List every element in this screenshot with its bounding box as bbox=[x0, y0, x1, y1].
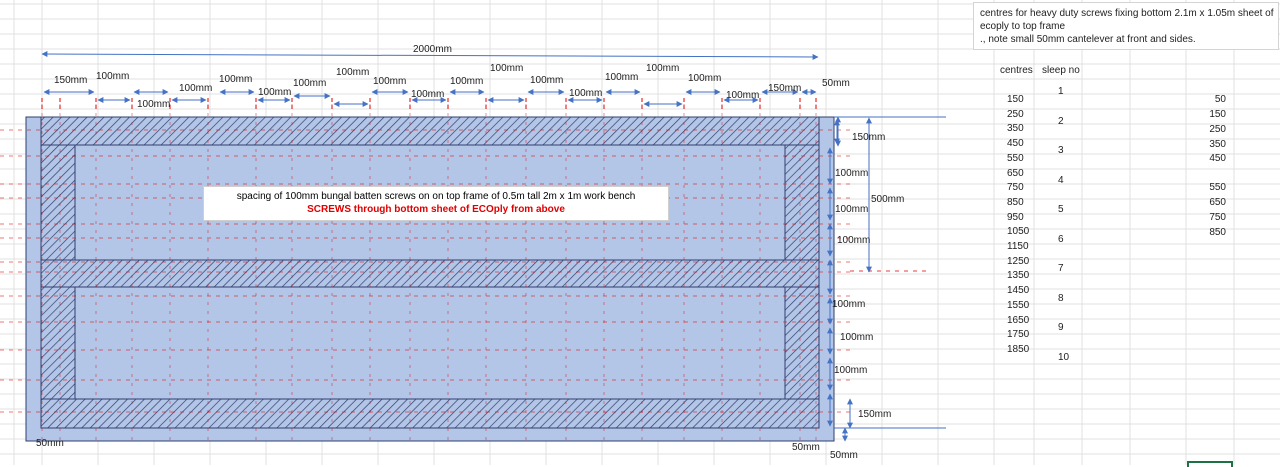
note-line-1: centres for heavy duty screws fixing bot… bbox=[980, 8, 1274, 19]
center-note-line-1: spacing of 100mm bungal batten screws on… bbox=[236, 191, 636, 202]
spacing-label: 100mm bbox=[688, 73, 721, 84]
workbench-drawing: 2000mm 150mm 150mm 50mm 150mm 500mm 150m… bbox=[0, 44, 946, 461]
spacing-label: 100mm bbox=[832, 299, 865, 310]
centres-cell[interactable]: 750 bbox=[1007, 182, 1024, 193]
first-spacing-label: 150mm bbox=[54, 75, 87, 86]
sleep-no-cell[interactable]: 3 bbox=[1058, 145, 1064, 156]
right-col-cell[interactable]: 150 bbox=[1186, 109, 1226, 120]
right-col-cell[interactable]: 550 bbox=[1186, 182, 1226, 193]
centres-cell[interactable]: 150 bbox=[1007, 94, 1024, 105]
centres-cell[interactable]: 1750 bbox=[1007, 329, 1029, 340]
centres-cell[interactable]: 650 bbox=[1007, 168, 1024, 179]
sleep-no-cell[interactable]: 7 bbox=[1058, 263, 1064, 274]
right-last-label: 150mm bbox=[858, 409, 891, 420]
right-col-cell[interactable]: 750 bbox=[1186, 212, 1226, 223]
sleep-no-cell[interactable]: 4 bbox=[1058, 175, 1064, 186]
centres-header[interactable]: centres bbox=[1000, 65, 1033, 76]
screw-centres-note: centres for heavy duty screws fixing bot… bbox=[973, 2, 1279, 50]
spacing-label: 100mm bbox=[490, 63, 523, 74]
centres-cell[interactable]: 1350 bbox=[1007, 270, 1029, 281]
spacing-label: 100mm bbox=[373, 76, 406, 87]
spacing-label: 100mm bbox=[726, 90, 759, 101]
spacing-label: 100mm bbox=[336, 67, 369, 78]
spacing-label: 100mm bbox=[530, 75, 563, 86]
center-note-line-2: SCREWS through bottom sheet of ECOply fr… bbox=[307, 204, 565, 215]
centres-cell[interactable]: 1450 bbox=[1007, 285, 1029, 296]
spacing-label: 100mm bbox=[179, 83, 212, 94]
right-col-cell[interactable]: 250 bbox=[1186, 124, 1226, 135]
sleep-no-cell[interactable]: 10 bbox=[1058, 352, 1069, 363]
spacing-label: 100mm bbox=[258, 87, 291, 98]
right-col-cell[interactable]: 650 bbox=[1186, 197, 1226, 208]
top-frame bbox=[40, 116, 820, 429]
centres-cell[interactable]: 1250 bbox=[1007, 256, 1029, 267]
spacing-label: 100mm bbox=[835, 168, 868, 179]
sleep-no-cell[interactable]: 9 bbox=[1058, 322, 1064, 333]
note-line-3: ., note small 50mm cantelever at front a… bbox=[980, 34, 1196, 45]
centres-cell[interactable]: 550 bbox=[1007, 153, 1024, 164]
right-col-cell[interactable]: 350 bbox=[1186, 139, 1226, 150]
bottom-left-overhang-label: 50mm bbox=[36, 438, 64, 449]
spacing-label: 100mm bbox=[840, 332, 873, 343]
right-col-cell[interactable]: 850 bbox=[1186, 227, 1226, 238]
centres-cell[interactable]: 1850 bbox=[1007, 344, 1029, 355]
centres-cell[interactable]: 1050 bbox=[1007, 226, 1029, 237]
last-spacing-label: 150mm bbox=[768, 83, 801, 94]
overhang-top-label: 50mm bbox=[822, 78, 850, 89]
spacing-label: 100mm bbox=[835, 204, 868, 215]
centres-cell[interactable]: 450 bbox=[1007, 138, 1024, 149]
sleep-no-cell[interactable]: 8 bbox=[1058, 293, 1064, 304]
spacing-label: 100mm bbox=[646, 63, 679, 74]
centres-cell[interactable]: 1550 bbox=[1007, 300, 1029, 311]
spacing-label: 100mm bbox=[137, 99, 170, 110]
selected-cell[interactable] bbox=[1187, 461, 1233, 467]
sleep-no-cell[interactable]: 1 bbox=[1058, 86, 1064, 97]
spacing-label: 100mm bbox=[293, 78, 326, 89]
spacing-label: 100mm bbox=[837, 235, 870, 246]
centres-cell[interactable]: 850 bbox=[1007, 197, 1024, 208]
sleep-no-cell[interactable]: 6 bbox=[1058, 234, 1064, 245]
right-col-cell[interactable]: 450 bbox=[1186, 153, 1226, 164]
centres-cell[interactable]: 350 bbox=[1007, 123, 1024, 134]
note-line-2: ecoply to top frame bbox=[980, 21, 1066, 32]
spacing-label: 100mm bbox=[96, 71, 129, 82]
sleep-no-header[interactable]: sleep no bbox=[1042, 65, 1080, 76]
spacing-label: 100mm bbox=[605, 72, 638, 83]
centres-cell[interactable]: 1150 bbox=[1007, 241, 1029, 252]
bottom-right-overhang-label: 50mm bbox=[792, 442, 820, 453]
spacing-label: 100mm bbox=[411, 89, 444, 100]
batten-screws-note: spacing of 100mm bungal batten screws on… bbox=[203, 186, 669, 221]
centres-cell[interactable]: 1650 bbox=[1007, 315, 1029, 326]
right-col-cell[interactable]: 50 bbox=[1186, 94, 1226, 105]
sleep-no-cell[interactable]: 2 bbox=[1058, 116, 1064, 127]
half-depth-label: 500mm bbox=[871, 194, 904, 205]
right-first-label: 150mm bbox=[852, 132, 885, 143]
centres-cell[interactable]: 250 bbox=[1007, 109, 1024, 120]
spacing-label: 100mm bbox=[219, 74, 252, 85]
centres-cell[interactable]: 950 bbox=[1007, 212, 1024, 223]
spacing-label: 100mm bbox=[569, 88, 602, 99]
spacing-label: 100mm bbox=[834, 365, 867, 376]
total-width-label: 2000mm bbox=[413, 44, 452, 55]
sleep-no-cell[interactable]: 5 bbox=[1058, 204, 1064, 215]
right-overhang-label: 50mm bbox=[830, 450, 858, 461]
spacing-label: 100mm bbox=[450, 76, 483, 87]
